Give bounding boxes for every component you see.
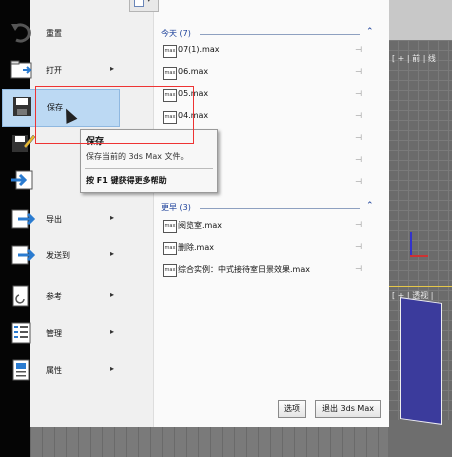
recent-file-item[interactable]: max 阅览室.max ⊣ bbox=[163, 219, 373, 233]
bottom-timeline-strip bbox=[30, 427, 388, 457]
document-list-icon bbox=[134, 0, 144, 7]
section-divider bbox=[200, 34, 360, 35]
max-file-icon: max bbox=[163, 67, 177, 80]
chevron-right-icon: ▸ bbox=[110, 64, 115, 73]
pin-icon[interactable]: ⊣ bbox=[355, 264, 362, 273]
chevron-right-icon: ▸ bbox=[110, 364, 115, 373]
viewport-toolbar-strip bbox=[388, 0, 452, 40]
menu-item-export[interactable]: 导出 ▸ bbox=[2, 202, 118, 238]
tooltip-divider bbox=[85, 168, 213, 169]
properties-icon bbox=[10, 359, 36, 381]
reference-icon bbox=[10, 285, 36, 307]
menu-item-label: 重置 bbox=[46, 29, 62, 38]
pin-icon[interactable]: ⊣ bbox=[355, 67, 362, 76]
menu-item-label: 导出 bbox=[46, 215, 62, 224]
tooltip-description: 保存当前的 3ds Max 文件。 bbox=[86, 152, 189, 161]
viewport-3d-box bbox=[400, 297, 442, 425]
chevron-right-icon: ▸ bbox=[110, 327, 115, 336]
recent-documents-column bbox=[153, 0, 389, 427]
pin-icon[interactable]: ⊣ bbox=[355, 220, 362, 229]
collapse-caret-icon[interactable]: ⌃ bbox=[366, 201, 374, 211]
save-as-icon bbox=[10, 132, 36, 154]
pin-icon[interactable]: ⊣ bbox=[355, 133, 362, 142]
menu-item-manage[interactable]: 管理 ▸ bbox=[2, 316, 118, 352]
viewport-active-border bbox=[388, 286, 452, 287]
menu-item-reference[interactable]: 参考 ▸ bbox=[2, 279, 118, 315]
menu-item-label: 属性 bbox=[46, 366, 62, 375]
options-button[interactable]: 选项 bbox=[278, 400, 306, 418]
section-divider bbox=[200, 208, 360, 209]
recent-file-name: 06.max bbox=[178, 67, 209, 76]
max-file-icon: max bbox=[163, 45, 177, 58]
menu-item-label: 参考 bbox=[46, 292, 62, 301]
menu-item-label: 管理 bbox=[46, 329, 62, 338]
import-icon bbox=[10, 169, 36, 191]
recent-file-name: 阅览室.max bbox=[178, 221, 222, 230]
open-folder-icon bbox=[10, 59, 36, 81]
pin-icon[interactable]: ⊣ bbox=[355, 45, 362, 54]
chevron-down-icon: ▾ bbox=[147, 0, 151, 4]
recent-file-item[interactable]: max 综合实例：中式接待室日景效果.max ⊣ bbox=[163, 263, 373, 277]
max-file-icon: max bbox=[163, 264, 177, 277]
axis-gizmo-x bbox=[410, 255, 428, 257]
send-to-icon bbox=[10, 244, 36, 266]
axis-gizmo-y bbox=[410, 232, 412, 256]
manage-icon bbox=[10, 322, 36, 344]
recent-file-name: 删除.max bbox=[178, 243, 214, 252]
menu-item-properties[interactable]: 属性 ▸ bbox=[2, 353, 118, 389]
chevron-right-icon: ▸ bbox=[110, 290, 115, 299]
pin-icon[interactable]: ⊣ bbox=[355, 155, 362, 164]
max-file-icon: max bbox=[163, 220, 177, 233]
chevron-right-icon: ▸ bbox=[110, 213, 115, 222]
recent-file-item[interactable]: max 05.max ⊣ bbox=[163, 88, 373, 102]
max-file-icon: max bbox=[163, 242, 177, 255]
tooltip-help-text: 按 F1 键获得更多帮助 bbox=[86, 176, 167, 185]
viewport-front-label[interactable]: [ + | 前 | 线 bbox=[392, 53, 436, 64]
collapse-caret-icon[interactable]: ⌃ bbox=[366, 27, 374, 37]
pin-icon[interactable]: ⊣ bbox=[355, 89, 362, 98]
pin-icon[interactable]: ⊣ bbox=[355, 242, 362, 251]
menu-item-send-to[interactable]: 发送到 ▸ bbox=[2, 238, 118, 274]
menu-item-label: 打开 bbox=[46, 66, 62, 75]
recent-file-item[interactable]: max 06.max ⊣ bbox=[163, 66, 373, 80]
recent-group-earlier-header[interactable]: 更早 (3) bbox=[161, 202, 191, 213]
pin-icon[interactable]: ⊣ bbox=[355, 177, 362, 186]
menu-item-reset[interactable]: 重置 bbox=[2, 16, 118, 52]
recent-file-name: 综合实例：中式接待室日景效果.max bbox=[178, 265, 310, 274]
recent-file-item[interactable]: max 07(1).max ⊣ bbox=[163, 44, 373, 58]
recent-group-today-header[interactable]: 今天 (7) bbox=[161, 28, 191, 39]
menu-item-open[interactable]: 打开 ▸ bbox=[2, 53, 118, 89]
recent-file-item[interactable]: max 04.max ⊣ bbox=[163, 110, 373, 124]
exit-3ds-max-button[interactable]: 退出 3ds Max bbox=[315, 400, 381, 418]
annotation-highlight-box bbox=[35, 86, 194, 144]
recent-file-name: 07(1).max bbox=[178, 45, 220, 54]
pin-icon[interactable]: ⊣ bbox=[355, 111, 362, 120]
save-disk-icon bbox=[11, 96, 37, 118]
menu-item-label: 发送到 bbox=[46, 251, 70, 260]
chevron-right-icon: ▸ bbox=[110, 249, 115, 258]
reset-icon bbox=[10, 22, 36, 44]
export-icon bbox=[10, 208, 36, 230]
recent-file-item[interactable]: max 删除.max ⊣ bbox=[163, 241, 373, 255]
recent-view-dropdown[interactable]: ▾ bbox=[129, 0, 159, 12]
